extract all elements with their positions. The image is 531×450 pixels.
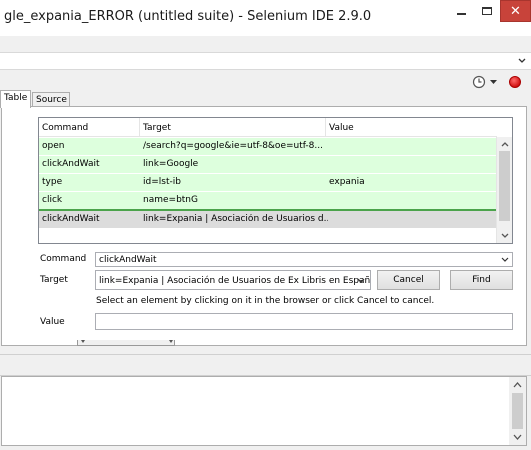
select-element-hint: Select an element by clicking on it in t… — [96, 296, 435, 306]
column-divider[interactable] — [325, 118, 326, 137]
target-label: Target — [40, 275, 68, 285]
value-cell: expania — [329, 177, 365, 187]
table-row[interactable]: clickAndWait link=Google — [39, 156, 497, 173]
title-bar: gle_expania_ERROR (untitled suite) - Sel… — [0, 0, 531, 36]
menu-bar — [0, 36, 531, 52]
log-panel — [1, 376, 527, 446]
close-button[interactable]: ✕ — [500, 0, 531, 22]
command-table: Command Target Value open /search?q=goog… — [38, 117, 513, 244]
splitter-arrow-icon — [169, 340, 173, 343]
close-icon: ✕ — [510, 3, 521, 19]
find-button[interactable]: Find — [450, 270, 513, 290]
column-header-value[interactable]: Value — [329, 123, 354, 133]
target-cell: link=Google — [143, 159, 199, 169]
target-cell: /search?q=google&ie=utf-8&oe=utf-8... — [143, 141, 323, 151]
command-cell: clickAndWait — [42, 159, 100, 169]
target-field-value: link=Expania | Asociación de Usuarios de… — [99, 276, 371, 286]
toolbar — [0, 70, 531, 92]
table-row-selected[interactable]: clickAndWait link=Expania | Asociación d… — [39, 211, 497, 228]
column-header-target[interactable]: Target — [143, 123, 171, 133]
scroll-down-icon[interactable] — [500, 231, 510, 241]
base-url-field[interactable] — [0, 52, 531, 70]
table-header: Command Target Value — [39, 118, 497, 137]
window-title: gle_expania_ERROR (untitled suite) - Sel… — [4, 9, 372, 24]
table-row[interactable]: open /search?q=google&ie=utf-8&oe=utf-8.… — [39, 138, 497, 155]
splitter-arrow-icon — [81, 340, 85, 343]
minimize-button[interactable] — [448, 0, 474, 22]
log-tab-bar — [0, 354, 531, 376]
target-field[interactable]: link=Expania | Asociación de Usuarios de… — [95, 270, 371, 290]
maximize-icon — [482, 7, 492, 15]
table-row[interactable]: click name=btnG — [39, 192, 497, 211]
status-bar — [0, 446, 531, 450]
command-field[interactable]: clickAndWait — [95, 252, 513, 267]
scrollbar-thumb[interactable] — [512, 393, 523, 429]
tab-source[interactable]: Source — [32, 92, 70, 107]
value-label: Value — [40, 317, 65, 327]
table-row[interactable]: type id=lst-ib expania — [39, 174, 497, 191]
command-cell: clickAndWait — [42, 214, 100, 224]
pane-splitter[interactable] — [77, 340, 175, 346]
target-cell: name=btnG — [143, 195, 198, 205]
clock-icon[interactable] — [472, 75, 486, 89]
maximize-button[interactable] — [474, 0, 500, 22]
chevron-down-icon[interactable] — [517, 56, 527, 66]
scrollbar-thumb[interactable] — [499, 151, 510, 221]
command-cell: type — [42, 177, 63, 187]
record-icon[interactable] — [509, 76, 521, 88]
dropdown-icon[interactable] — [490, 80, 497, 85]
tab-table[interactable]: Table — [0, 90, 31, 108]
chevron-down-icon[interactable] — [501, 256, 509, 263]
scroll-down-icon[interactable] — [513, 433, 522, 441]
column-divider[interactable] — [139, 118, 140, 137]
value-field[interactable] — [95, 313, 513, 330]
table-scrollbar[interactable] — [496, 137, 512, 243]
command-field-value: clickAndWait — [99, 255, 157, 265]
target-cell: id=lst-ib — [143, 177, 181, 187]
cancel-button[interactable]: Cancel — [377, 270, 440, 290]
column-header-command[interactable]: Command — [42, 123, 88, 133]
log-scrollbar[interactable] — [509, 377, 526, 445]
command-cell: open — [42, 141, 65, 151]
minimize-icon — [456, 13, 466, 15]
scroll-up-icon[interactable] — [500, 139, 510, 149]
scroll-up-icon[interactable] — [513, 381, 522, 389]
command-cell: click — [42, 195, 63, 205]
selenium-ide-window: gle_expania_ERROR (untitled suite) - Sel… — [0, 0, 531, 450]
target-cell: link=Expania | Asociación de Usuarios d.… — [143, 214, 328, 224]
chevron-down-icon[interactable] — [357, 278, 365, 284]
command-label: Command — [40, 254, 87, 264]
